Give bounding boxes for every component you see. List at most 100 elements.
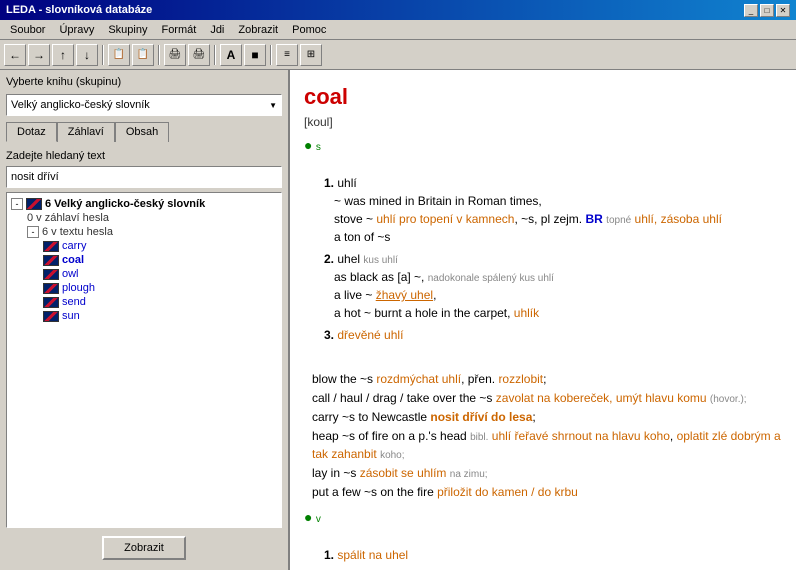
- minimize-button[interactable]: _: [744, 4, 758, 17]
- phrase-1-czech2: rozzlobit: [498, 372, 543, 386]
- tab-obsah[interactable]: Obsah: [115, 122, 169, 142]
- def-3: 3. dřevěné uhlí: [324, 326, 782, 344]
- book-select[interactable]: Velký anglicko-český slovník ▼: [6, 94, 282, 116]
- phrase-6: put a few ~s on the fire přiložit do kam…: [312, 483, 782, 501]
- title-bar: LEDA - slovníková databáze _ □ ✕: [0, 0, 796, 20]
- menu-skupiny[interactable]: Skupiny: [102, 22, 153, 38]
- back-button[interactable]: ←: [4, 44, 26, 66]
- tree-label-plough: plough: [62, 282, 95, 294]
- def-2-gray1: nadokonale spálený kus uhlí: [428, 273, 554, 284]
- flag-icon: [43, 311, 59, 322]
- forward-button[interactable]: →: [28, 44, 50, 66]
- paste-button[interactable]: 📋: [132, 44, 154, 66]
- tree-expand-icon[interactable]: -: [11, 198, 23, 210]
- print-button[interactable]: 🖨: [164, 44, 186, 66]
- word-heading: coal: [304, 84, 348, 109]
- def-2: 2. uhel kus uhlí as black as [a] ~, nado…: [324, 250, 782, 322]
- def-2-czech1: žhavý uhel: [376, 288, 433, 302]
- separator-3: [214, 45, 216, 65]
- book-label: Vyberte knihu (skupinu): [6, 76, 282, 88]
- def-3-text: dřevěné uhlí: [337, 328, 403, 342]
- view2-button[interactable]: ⊞: [300, 44, 322, 66]
- phrase-3-czech: nosit dříví do lesa: [430, 410, 532, 424]
- menu-zobrazit[interactable]: Zobrazit: [232, 22, 284, 38]
- phonetic: [koul]: [304, 113, 782, 131]
- font-button[interactable]: A: [220, 44, 242, 66]
- color-button[interactable]: ■: [244, 44, 266, 66]
- right-panel[interactable]: coal [koul] ● s 1. uhlí ~ was mined in B…: [290, 70, 796, 570]
- tree-item-plough[interactable]: plough: [43, 281, 277, 295]
- tree-label-owl: owl: [62, 268, 79, 280]
- phrase-4-czech: uhlí řeřavé shrnout na hlavu koho: [492, 429, 670, 443]
- chevron-down-icon: ▼: [269, 101, 277, 110]
- phrase-block: blow the ~s rozdmýchat uhlí, přen. rozzl…: [304, 370, 782, 501]
- search-label: Zadejte hledaný text: [6, 150, 282, 162]
- show-button[interactable]: Zobrazit: [102, 536, 186, 560]
- separator-4: [270, 45, 272, 65]
- tree-item-sun[interactable]: sun: [43, 309, 277, 323]
- phrase-5-czech: zásobit se uhlím: [360, 466, 447, 480]
- window-title: LEDA - slovníková databáze: [6, 4, 152, 16]
- tab-dotaz[interactable]: Dotaz: [6, 122, 57, 142]
- def-1-czech1: uhlí pro topení v kamnech: [376, 212, 514, 226]
- phrase-6-czech: přiložit do kamen / do krbu: [437, 485, 578, 499]
- book-select-value: Velký anglicko-český slovník: [11, 99, 150, 111]
- menu-format[interactable]: Formát: [155, 22, 202, 38]
- tree-item-coal[interactable]: coal: [43, 253, 277, 267]
- view-button[interactable]: ≡: [276, 44, 298, 66]
- separator-2: [158, 45, 160, 65]
- maximize-button[interactable]: □: [760, 4, 774, 17]
- tree-view: - 6 Velký anglicko-český slovník 0 v záh…: [6, 192, 282, 528]
- tab-zahlavi[interactable]: Záhlaví: [57, 122, 115, 142]
- def-2-text: uhel: [337, 252, 363, 266]
- flag-icon: [43, 241, 59, 252]
- menu-pomoc[interactable]: Pomoc: [286, 22, 332, 38]
- menu-jdi[interactable]: Jdi: [204, 22, 230, 38]
- menu-soubor[interactable]: Soubor: [4, 22, 51, 38]
- tree-subtitle2-label: 6 v textu hesla: [42, 226, 113, 238]
- tree-root[interactable]: - 6 Velký anglicko-český slovník: [11, 197, 277, 211]
- main-content: Vyberte knihu (skupinu) Velký anglicko-č…: [0, 70, 796, 570]
- tree-item-send[interactable]: send: [43, 295, 277, 309]
- phrase-3: carry ~s to Newcastle nosit dříví do les…: [312, 408, 782, 426]
- tree-label-sun: sun: [62, 310, 80, 322]
- copy-button[interactable]: 📋: [108, 44, 130, 66]
- def-1-gray1: topné: [606, 215, 631, 226]
- def-2-num: 2.: [324, 252, 334, 266]
- def-2-czech2: uhlík: [514, 306, 539, 320]
- menu-upravy[interactable]: Úpravy: [53, 22, 100, 38]
- def-1-line1: ~ was mined in Britain in Roman times, s…: [324, 194, 722, 244]
- tree-root-label: 6 Velký anglicko-český slovník: [45, 198, 205, 210]
- def-2-line1: as black as [a] ~, nadokonale spálený ku…: [324, 270, 554, 320]
- tree-subtitle1: 0 v záhlaví hesla: [27, 211, 277, 225]
- flag-icon: [43, 255, 59, 266]
- bullet-green-icon: ●: [304, 137, 312, 153]
- menu-bar: Soubor Úpravy Skupiny Formát Jdi Zobrazi…: [0, 20, 796, 40]
- tree-subtitle2[interactable]: - 6 v textu hesla: [27, 225, 277, 239]
- tree-label-carry: carry: [62, 240, 86, 252]
- def-1-text: uhlí: [337, 176, 356, 190]
- book-icon: [26, 198, 42, 210]
- phrase-2: call / haul / drag / take over the ~s za…: [312, 389, 782, 407]
- tree-subtitle1-label: 0 v záhlaví hesla: [27, 212, 109, 224]
- close-button[interactable]: ✕: [776, 4, 790, 17]
- print2-button[interactable]: 🖨: [188, 44, 210, 66]
- entry-word: coal: [304, 80, 782, 113]
- def-3-num: 3.: [324, 328, 334, 342]
- down-button[interactable]: ↓: [76, 44, 98, 66]
- up-button[interactable]: ↑: [52, 44, 74, 66]
- def-1: 1. uhlí ~ was mined in Britain in Roman …: [324, 174, 782, 246]
- verb-def-1-num: 1.: [324, 548, 334, 562]
- phrase-5: lay in ~s zásobit se uhlím na zimu;: [312, 464, 782, 482]
- def-1-czech2: uhlí, zásoba uhlí: [635, 212, 722, 226]
- verb-def-1-text: spálit na uhel: [337, 548, 408, 562]
- phrase-4-gray2: koho;: [380, 450, 404, 461]
- tree-item-carry[interactable]: carry: [43, 239, 277, 253]
- tree-expand2-icon[interactable]: -: [27, 226, 39, 238]
- flag-icon: [43, 297, 59, 308]
- phrase-1: blow the ~s rozdmýchat uhlí, přen. rozzl…: [312, 370, 782, 388]
- search-input[interactable]: [6, 166, 282, 188]
- verb-def-1: 1. spálit na uhel: [324, 546, 782, 564]
- tree-item-owl[interactable]: owl: [43, 267, 277, 281]
- bullet-green2-icon: ●: [304, 509, 312, 525]
